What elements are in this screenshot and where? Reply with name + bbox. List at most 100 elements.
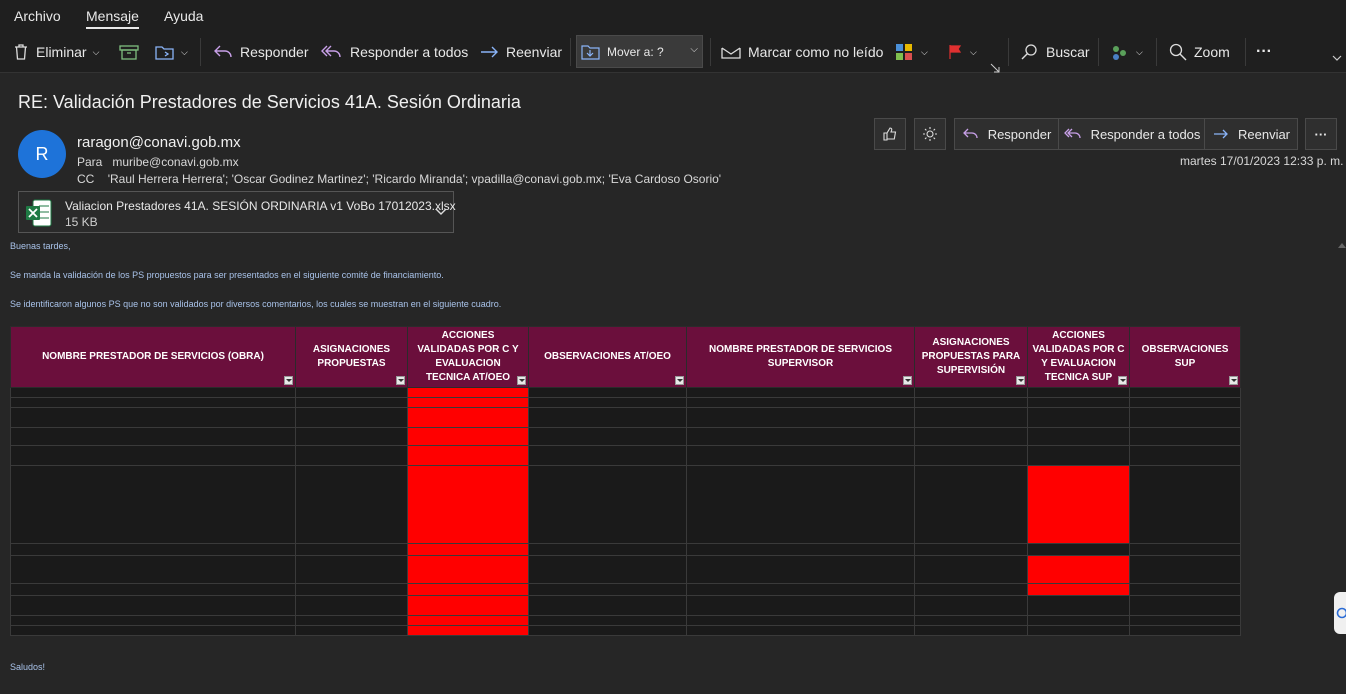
validation-table: NOMBRE PRESTADOR DE SERVICIOS (OBRA) ASI… — [10, 326, 1241, 636]
chevron-down-icon: ⌵ — [92, 46, 100, 57]
excel-file-icon — [26, 199, 52, 227]
chevron-down-icon: ⌵ — [1136, 46, 1143, 57]
filter-dropdown-icon[interactable] — [903, 376, 912, 385]
categorize-button[interactable]: ⌵ — [895, 40, 928, 64]
forward-label: Reenviar — [506, 44, 563, 60]
chevron-down-icon: ⌵ — [970, 46, 977, 57]
reply-all-label: Responder a todos — [350, 44, 469, 60]
sent-date: martes 17/01/2023 12:33 p. m. — [1180, 154, 1344, 168]
more-options-button[interactable]: ··· — [1256, 40, 1272, 64]
like-button[interactable] — [874, 118, 906, 150]
closing-text: Saludos! — [10, 662, 46, 672]
chevron-down-icon: ⌵ — [921, 46, 928, 57]
avatar[interactable]: R — [18, 130, 66, 178]
addins-button[interactable]: ⌵ — [1110, 40, 1143, 64]
zoom-label: Zoom — [1194, 44, 1230, 60]
filter-dropdown-icon[interactable] — [675, 376, 684, 385]
email-subject: RE: Validación Prestadores de Servicios … — [18, 92, 521, 112]
cc-line: CC 'Raul Herrera Herrera'; 'Oscar Godine… — [77, 172, 721, 186]
table-row — [10, 387, 1241, 398]
column-header[interactable]: ASIGNACIONES PROPUESTAS — [295, 326, 408, 388]
addins-icon — [1113, 46, 1126, 60]
reply-all-icon — [1063, 128, 1081, 139]
archive-button[interactable] — [119, 40, 139, 64]
move-to-value: Mover a: ? — [607, 45, 664, 59]
zoom-icon — [1169, 43, 1187, 61]
mark-unread-button[interactable]: Marcar como no leído — [720, 40, 883, 64]
attachment-card[interactable]: Valiacion Prestadores 41A. SESIÓN ORDINA… — [18, 191, 456, 233]
reply-button[interactable]: Responder — [212, 40, 309, 64]
thumbs-up-icon — [883, 127, 897, 141]
chevron-down-icon[interactable] — [435, 208, 447, 216]
header-reply-label: Responder — [987, 126, 1052, 142]
header-forward-button[interactable]: Reenviar — [1205, 119, 1297, 149]
search-label: Buscar — [1046, 44, 1090, 60]
table-row — [10, 543, 1241, 556]
column-header[interactable]: NOMBRE PRESTADOR DE SERVICIOS (OBRA) — [10, 326, 296, 388]
table-row — [10, 445, 1241, 466]
flag-button[interactable]: ⌵ — [946, 40, 977, 64]
theme-toggle-button[interactable] — [914, 118, 946, 150]
reply-all-button[interactable]: Responder a todos — [320, 40, 468, 64]
search-icon — [1021, 44, 1037, 60]
archive-icon — [119, 45, 139, 60]
side-panel-toggle[interactable] — [1334, 592, 1346, 634]
menu-archivo[interactable]: Archivo — [14, 8, 61, 24]
envelope-icon — [721, 47, 741, 59]
flag-icon — [949, 45, 962, 59]
body-line-2: Se identificaron algunos PS que no son v… — [10, 299, 502, 309]
column-header[interactable]: NOMBRE PRESTADOR DE SERVICIOS SUPERVISOR — [686, 326, 915, 388]
chevron-down-icon: ⌵ — [181, 46, 188, 57]
column-header[interactable]: ASIGNACIONES PROPUESTAS PARA SUPERVISIÓN — [914, 326, 1028, 388]
move-to-folder-button[interactable]: ⌵ — [155, 40, 188, 64]
ellipsis-icon: ··· — [1314, 126, 1328, 142]
reply-icon — [962, 128, 978, 139]
move-to-dropdown[interactable]: Mover a: ? ⌵ — [576, 35, 703, 68]
header-more-button[interactable]: ··· — [1305, 118, 1337, 150]
reply-icon — [214, 45, 232, 58]
table-row — [10, 625, 1241, 636]
menu-ayuda[interactable]: Ayuda — [164, 8, 203, 24]
delete-button[interactable]: Eliminar ⌵ — [12, 40, 99, 64]
column-header[interactable]: OBSERVACIONES AT/OEO — [528, 326, 687, 388]
table-row — [10, 595, 1241, 616]
sun-icon — [923, 127, 937, 141]
table-row — [10, 615, 1241, 626]
table-row — [10, 427, 1241, 446]
menu-bar: Archivo Mensaje Ayuda — [0, 0, 1346, 32]
menu-mensaje[interactable]: Mensaje — [86, 8, 139, 29]
trash-icon — [15, 44, 27, 60]
search-button[interactable]: Buscar — [1020, 40, 1090, 64]
cc-recipients[interactable]: 'Raul Herrera Herrera'; 'Oscar Godinez M… — [108, 172, 721, 186]
attachment-size: 15 KB — [65, 215, 98, 229]
header-reply-button[interactable]: Responder — [955, 119, 1059, 149]
column-header[interactable]: ACCIONES VALIDADAS POR C Y EVALUACION TE… — [407, 326, 529, 388]
filter-dropdown-icon[interactable] — [1229, 376, 1238, 385]
filter-dropdown-icon[interactable] — [1118, 376, 1127, 385]
table-row — [10, 583, 1241, 596]
filter-dropdown-icon[interactable] — [396, 376, 405, 385]
to-recipient[interactable]: muribe@conavi.gob.mx — [112, 155, 238, 169]
column-header[interactable]: ACCIONES VALIDADAS POR C Y EVALUACION TE… — [1027, 326, 1130, 388]
filter-dropdown-icon[interactable] — [1016, 376, 1025, 385]
column-header[interactable]: OBSERVACIONES SUP — [1129, 326, 1241, 388]
greeting-text: Buenas tardes, — [10, 241, 71, 251]
zoom-button[interactable]: Zoom — [1168, 40, 1230, 64]
table-row — [10, 397, 1241, 408]
filter-dropdown-icon[interactable] — [284, 376, 293, 385]
forward-arrow-icon — [1213, 129, 1228, 139]
attachment-name: Valiacion Prestadores 41A. SESIÓN ORDINA… — [65, 199, 456, 213]
collapse-ribbon-icon[interactable] — [1332, 46, 1342, 70]
expand-ribbon-icon[interactable] — [990, 56, 1000, 80]
sender-address[interactable]: raragon@conavi.gob.mx — [77, 134, 241, 151]
scroll-up-arrow[interactable] — [1338, 243, 1346, 248]
mark-unread-label: Marcar como no leído — [748, 44, 884, 60]
folder-move-icon — [155, 46, 174, 60]
delete-label: Eliminar — [36, 44, 87, 60]
header-reply-all-button[interactable]: Responder a todos — [1059, 119, 1205, 149]
filter-dropdown-icon[interactable] — [517, 376, 526, 385]
reply-label: Responder — [240, 44, 309, 60]
cc-label: CC — [77, 172, 95, 186]
forward-button[interactable]: Reenviar — [478, 40, 562, 64]
table-row — [10, 407, 1241, 428]
